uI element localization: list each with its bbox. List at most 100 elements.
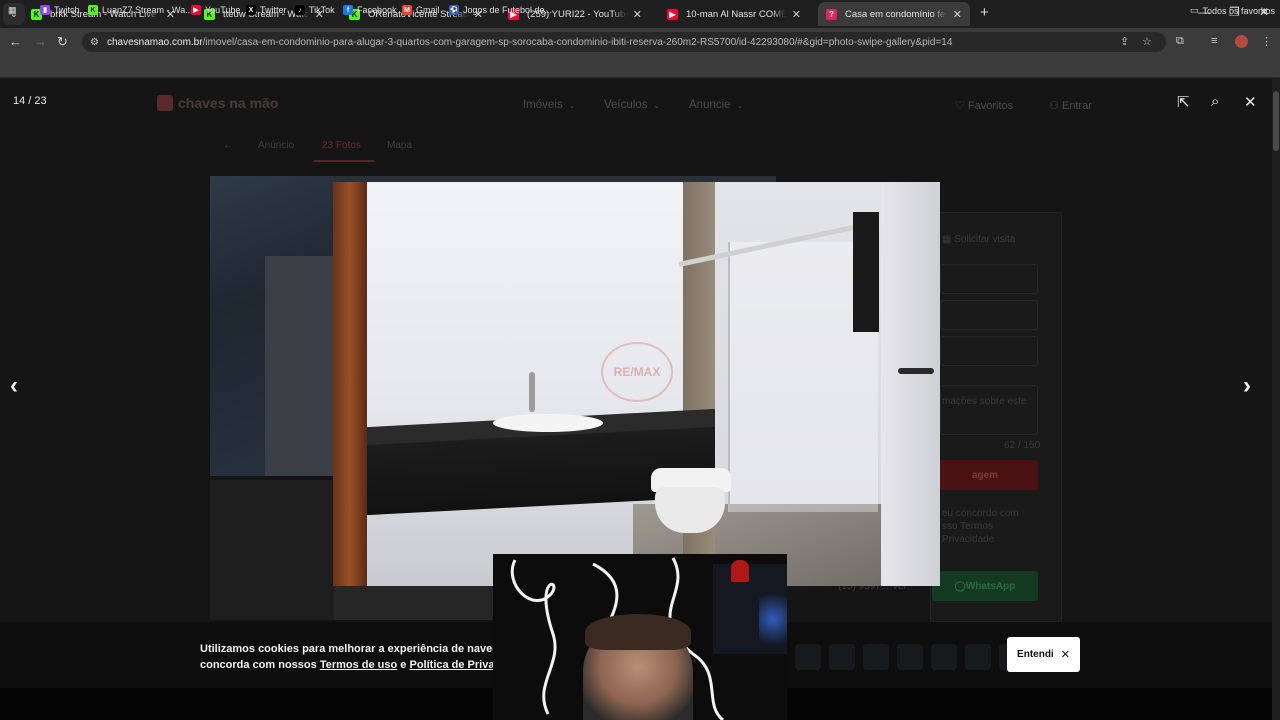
url-text: chavesnamao.com.br/imovel/casa-em-condom… — [106, 36, 953, 48]
bookmark-item[interactable]: ⚽ Jogos de Futebol de... — [449, 5, 552, 15]
bookmark-label: Twitch — [54, 5, 80, 15]
user-icon: ⚇ — [1049, 100, 1062, 112]
name-field[interactable] — [940, 264, 1038, 294]
bookmark-item[interactable]: ▮ Twitch — [40, 5, 80, 15]
youtube-icon: ▶ — [191, 5, 201, 15]
chaves-na-mao-icon: ? — [826, 8, 837, 20]
chevron-down-icon: ⌄ — [568, 101, 576, 110]
close-tab-icon[interactable]: ✕ — [953, 8, 962, 21]
subnav-fotos[interactable]: 23 Fotos — [322, 140, 361, 151]
whatsapp-icon: ◯ — [954, 580, 966, 592]
close-tab-icon[interactable]: ✕ — [792, 8, 801, 21]
media-controls-icon[interactable]: ≡ — [1211, 35, 1217, 47]
background-thumbnail-strip — [334, 584, 494, 620]
folder-icon: ▭ — [1190, 5, 1199, 15]
consent-text-1: eu concordo com — [942, 508, 1019, 519]
new-tab-icon[interactable]: + — [980, 4, 989, 21]
favorites-link[interactable]: ♡ Favoritos — [955, 99, 1013, 112]
email-field[interactable] — [940, 300, 1038, 330]
share-icon[interactable]: ⇱ — [1177, 93, 1190, 111]
schedule-visit[interactable]: ▦ Solicitar visita — [942, 234, 1015, 245]
next-photo-icon[interactable]: › — [1243, 372, 1251, 400]
chevron-down-icon: ⌄ — [736, 101, 744, 110]
scrollbar-thumb[interactable] — [1273, 91, 1279, 151]
profile-avatar[interactable] — [1235, 35, 1248, 48]
menu-icon[interactable]: ⋮ — [1261, 35, 1272, 48]
cookie-accept-button[interactable]: Entendi ✕ — [1007, 637, 1080, 672]
photo-counter: 14 / 23 — [13, 95, 47, 107]
consent-text-3[interactable]: Privacidade — [942, 534, 994, 545]
background-thumbnail — [210, 480, 334, 620]
message-field[interactable] — [940, 385, 1038, 435]
gallery-photo[interactable]: RE/MAX — [333, 182, 940, 586]
previous-photo-icon[interactable]: ‹ — [10, 372, 18, 400]
close-gallery-icon[interactable]: ✕ — [1244, 93, 1257, 111]
site-logo[interactable]: chaves na mão — [157, 95, 278, 111]
browser-tab[interactable]: ▶ 10-man Al Nassr COMEBACK that stuns the… — [659, 2, 809, 26]
phone-field[interactable] — [940, 336, 1038, 366]
background-photo — [210, 176, 335, 476]
bookmark-item[interactable]: f Facebook — [343, 5, 397, 15]
bookmark-item[interactable]: ▶ YouTube — [191, 5, 240, 15]
tab-title: Casa em condomínio fechado para alugar — [845, 8, 947, 20]
facebook-icon: f — [343, 5, 353, 15]
all-bookmarks[interactable]: ▭ Todos os favoritos — [1190, 5, 1275, 16]
bookmark-label: TikTok — [309, 5, 335, 15]
bookmark-label: Jogos de Futebol de... — [463, 5, 553, 15]
install-app-icon[interactable]: ⇪ — [1120, 35, 1129, 48]
bookmark-item[interactable]: X Twitter — [246, 5, 287, 15]
bookmark-label: Gmail — [416, 5, 440, 15]
message-text: mações sobre este — [942, 396, 1027, 407]
extensions-icon[interactable]: ⧉ — [1176, 35, 1184, 48]
nav-anuncie[interactable]: Anuncie ⌄ — [689, 99, 743, 111]
back-arrow-icon[interactable]: ← — [223, 140, 233, 151]
consent-text-2[interactable]: sso Termos — [942, 521, 993, 532]
youtube-icon: ▶ — [667, 8, 678, 20]
tiktok-icon: ♪ — [295, 5, 305, 15]
kick-icon: K — [88, 5, 98, 15]
logo-text: chaves na mão — [178, 95, 279, 111]
watermark-logo: RE/MAX — [601, 342, 673, 402]
x-icon: X — [246, 5, 256, 15]
privacy-link[interactable]: Política de Privacidade — [409, 659, 493, 671]
heart-icon: ♡ — [955, 100, 968, 112]
char-count: 62 / 150 — [1004, 440, 1041, 451]
nav-veiculos[interactable]: Veículos ⌄ — [604, 99, 660, 111]
webcam-overlay — [493, 554, 787, 720]
cookie-text: Utilizamos cookies para melhorar a exper… — [200, 641, 493, 673]
chevron-down-icon: ⌄ — [653, 101, 661, 110]
close-tab-icon[interactable]: ✕ — [633, 8, 642, 21]
bookmark-label: Twitter — [260, 5, 287, 15]
zoom-icon[interactable]: ⌕ — [1211, 93, 1219, 110]
close-icon: ✕ — [1060, 649, 1070, 661]
calendar-icon: ▦ — [942, 234, 955, 245]
browser-tab[interactable]: ? Casa em condomínio fechado para alugar ✕ — [818, 2, 970, 26]
bookmark-star-icon[interactable]: ☆ — [1142, 35, 1152, 48]
bookmark-item[interactable]: ♪ TikTok — [295, 5, 335, 15]
bookmark-item[interactable]: K LuanZ7 Stream - Wa... — [88, 5, 193, 15]
apps-icon[interactable]: ▦ — [8, 5, 17, 16]
bookmark-item[interactable]: M Gmail — [402, 5, 440, 15]
address-bar[interactable]: ⚙ chavesnamao.com.br/imovel/casa-em-cond… — [82, 32, 1166, 52]
login-link[interactable]: ⚇ Entrar — [1049, 99, 1092, 112]
whatsapp-button[interactable]: ◯ WhatsApp — [932, 571, 1038, 601]
terms-link[interactable]: Termos de uso — [320, 659, 397, 671]
bookmark-label: Facebook — [357, 5, 397, 15]
reload-icon[interactable]: ↻ — [57, 34, 68, 50]
site-settings-icon[interactable]: ⚙ — [90, 37, 99, 48]
forward-icon[interactable]: → — [34, 34, 47, 49]
gmail-icon: M — [402, 5, 412, 15]
logo-mark-icon — [157, 95, 173, 111]
door-frame — [333, 182, 367, 586]
bookmark-label: LuanZ7 Stream - Wa... — [102, 5, 193, 15]
back-icon[interactable]: ← — [9, 34, 22, 49]
tab-title: 10-man Al Nassr COMEBACK that stuns the … — [686, 8, 786, 20]
game-icon: ⚽ — [449, 5, 459, 15]
send-message-button[interactable]: agem — [932, 460, 1038, 490]
page-scrollbar[interactable] — [1272, 79, 1280, 720]
subnav-anuncio[interactable]: Anúncio — [258, 140, 294, 151]
nav-imoveis[interactable]: Imóveis ⌄ — [523, 99, 575, 111]
bookmark-label: YouTube — [205, 5, 241, 15]
spiderman-figure — [731, 560, 749, 582]
subnav-mapa[interactable]: Mapa — [387, 140, 412, 151]
